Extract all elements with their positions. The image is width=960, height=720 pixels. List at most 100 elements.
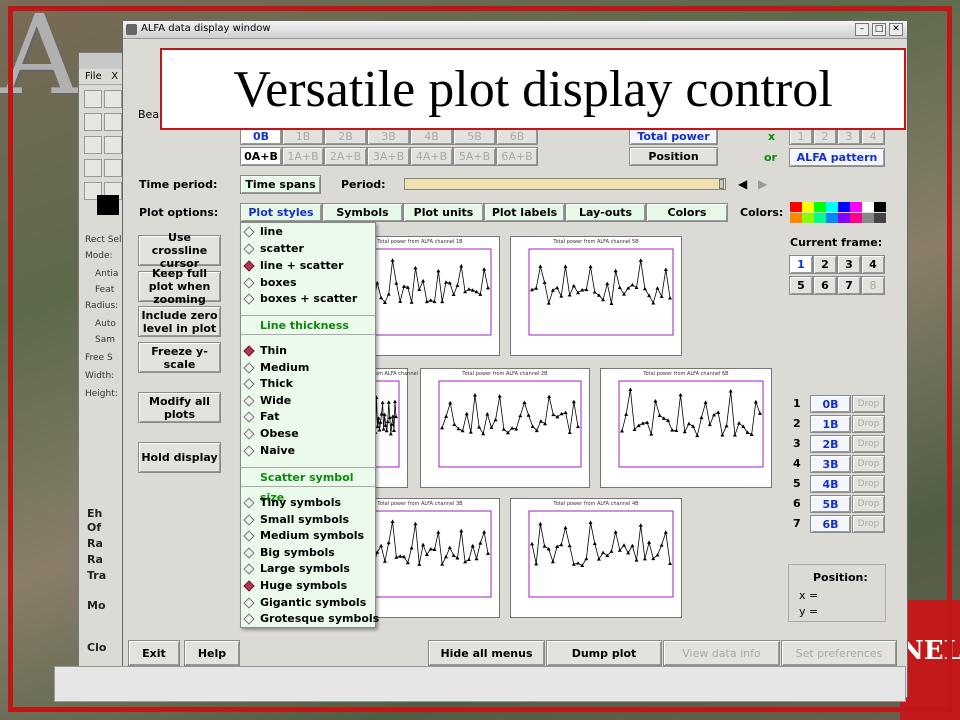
color-swatch[interactable]	[790, 202, 802, 212]
tool-lasso-icon[interactable]	[104, 90, 122, 108]
beam-3ab-button[interactable]: 3A+B	[367, 147, 410, 166]
plot-frame-2[interactable]: Total power from ALFA channel 5B	[510, 236, 682, 356]
menu-item-thin[interactable]: Thin	[241, 343, 375, 359]
beam-1ab-button[interactable]: 1A+B	[282, 147, 324, 166]
menu-item-naive[interactable]: Naive	[241, 443, 375, 459]
menu-item-medium[interactable]: Medium	[241, 360, 375, 376]
menu-item-line-scatter[interactable]: line + scatter	[241, 258, 375, 274]
period-slider[interactable]	[404, 178, 726, 190]
menu-item-boxes-scatter[interactable]: boxes + scatter	[241, 291, 375, 307]
exit-button[interactable]: Exit	[128, 640, 180, 666]
assignment-drop-button[interactable]: Drop	[852, 415, 885, 433]
frame-2-button[interactable]: 2	[813, 255, 837, 274]
menu-item-huge-symbols[interactable]: Huge symbols	[241, 578, 375, 594]
frame-6-button[interactable]: 6	[813, 276, 837, 295]
period-prev-icon[interactable]: ◀	[738, 178, 747, 190]
tab-colors[interactable]: Colors	[646, 203, 728, 222]
frame-7-button[interactable]: 7	[837, 276, 861, 295]
assignment-drop-button[interactable]: Drop	[852, 495, 885, 513]
menu-item-thick[interactable]: Thick	[241, 376, 375, 392]
assignment-beam-button[interactable]: 6B	[810, 515, 851, 533]
menu-item-tiny-symbols[interactable]: Tiny symbols	[241, 495, 375, 511]
frame-1-button[interactable]: 1	[789, 255, 813, 274]
assignment-beam-button[interactable]: 4B	[810, 475, 851, 493]
menu-item-small-symbols[interactable]: Small symbols	[241, 512, 375, 528]
set-preferences-button[interactable]: Set preferences	[781, 640, 897, 666]
assignment-drop-button[interactable]: Drop	[852, 455, 885, 473]
tab-plot-styles[interactable]: Plot styles	[240, 203, 322, 222]
color-swatch[interactable]	[838, 213, 850, 223]
color-swatch[interactable]	[874, 213, 886, 223]
color-swatch[interactable]	[790, 213, 802, 223]
assignment-beam-button[interactable]: 0B	[810, 395, 851, 413]
menu-item-medium-symbols[interactable]: Medium symbols	[241, 528, 375, 544]
color-swatch[interactable]	[874, 202, 886, 212]
freeze-yscale-button[interactable]: Freeze y-scale	[138, 342, 221, 373]
color-swatch[interactable]	[838, 202, 850, 212]
window-title-bar[interactable]: ALFA data display window – □ ✕	[123, 21, 907, 39]
beam-5ab-button[interactable]: 5A+B	[453, 147, 496, 166]
color-swatch[interactable]	[826, 202, 838, 212]
menu-file[interactable]: File	[85, 71, 102, 82]
include-zero-button[interactable]: Include zero level in plot	[138, 306, 221, 337]
beam-0ab-button[interactable]: 0A+B	[240, 147, 282, 166]
color-swatch[interactable]	[814, 202, 826, 212]
menu-item-boxes[interactable]: boxes	[241, 275, 375, 291]
view-data-info-button[interactable]: View data info	[663, 640, 780, 666]
color-swatch[interactable]	[826, 213, 838, 223]
menu-item-obese[interactable]: Obese	[241, 426, 375, 442]
assignment-beam-button[interactable]: 3B	[810, 455, 851, 473]
assignment-drop-button[interactable]: Drop	[852, 395, 885, 413]
beam-4ab-button[interactable]: 4A+B	[410, 147, 453, 166]
menu-item-scatter[interactable]: scatter	[241, 241, 375, 257]
window-menu-icon[interactable]	[126, 24, 137, 35]
minimize-icon[interactable]: –	[855, 23, 869, 36]
time-spans-button[interactable]: Time spans	[240, 175, 321, 194]
alfa-pattern-button[interactable]: ALFA pattern	[789, 148, 885, 167]
background-close-button[interactable]: Clo	[87, 641, 106, 654]
plot-frame-5[interactable]: Total power from ALFA channel 6B	[600, 368, 772, 488]
maximize-icon[interactable]: □	[872, 23, 886, 36]
menu-item-fat[interactable]: Fat	[241, 409, 375, 425]
modify-all-plots-button[interactable]: Modify all plots	[138, 392, 221, 423]
color-swatch[interactable]	[850, 213, 862, 223]
color-swatch[interactable]	[862, 213, 874, 223]
frame-8-button[interactable]: 8	[861, 276, 885, 295]
assignment-drop-button[interactable]: Drop	[852, 475, 885, 493]
dump-plot-button[interactable]: Dump plot	[546, 640, 662, 666]
assignment-beam-button[interactable]: 2B	[810, 435, 851, 453]
assignment-beam-button[interactable]: 1B	[810, 415, 851, 433]
frame-4-button[interactable]: 4	[861, 255, 885, 274]
plot-frame-7[interactable]: Total power from ALFA channel 4B	[510, 498, 682, 618]
menu-item-grotesque-symbols[interactable]: Grotesque symbols	[241, 611, 379, 627]
color-swatch[interactable]	[814, 213, 826, 223]
menu-x[interactable]: X	[111, 71, 118, 82]
beam-2ab-button[interactable]: 2A+B	[324, 147, 367, 166]
color-swatch[interactable]	[802, 202, 814, 212]
color-swatch[interactable]	[862, 202, 874, 212]
tool-move-icon[interactable]	[84, 113, 102, 131]
color-swatch[interactable]	[802, 213, 814, 223]
crossline-cursor-button[interactable]: Use crossline cursor	[138, 231, 221, 270]
tool-select-icon[interactable]	[84, 90, 102, 108]
position-mode-button[interactable]: Position	[629, 147, 718, 166]
menu-item-large-symbols[interactable]: Large symbols	[241, 561, 375, 577]
plot-frame-4[interactable]: Total power from ALFA channel 2B	[420, 368, 590, 488]
assignment-drop-button[interactable]: Drop	[852, 435, 885, 453]
menu-item-big-symbols[interactable]: Big symbols	[241, 545, 375, 561]
frame-5-button[interactable]: 5	[789, 276, 813, 295]
frame-3-button[interactable]: 3	[837, 255, 861, 274]
tab-layouts[interactable]: Lay-outs	[565, 203, 646, 222]
close-icon[interactable]: ✕	[889, 23, 903, 36]
period-slider-knob[interactable]	[719, 179, 724, 189]
assignment-beam-button[interactable]: 5B	[810, 495, 851, 513]
period-next-icon[interactable]: ▶	[758, 178, 767, 190]
tab-plot-labels[interactable]: Plot labels	[484, 203, 565, 222]
assignment-drop-button[interactable]: Drop	[852, 515, 885, 533]
tab-plot-units[interactable]: Plot units	[403, 203, 484, 222]
tool-fill-icon[interactable]	[84, 159, 102, 177]
menu-item-line[interactable]: line	[241, 224, 375, 240]
tool-pencil-icon[interactable]	[104, 136, 122, 154]
tool-wand-icon[interactable]	[104, 113, 122, 131]
tool-crop-icon[interactable]	[84, 136, 102, 154]
